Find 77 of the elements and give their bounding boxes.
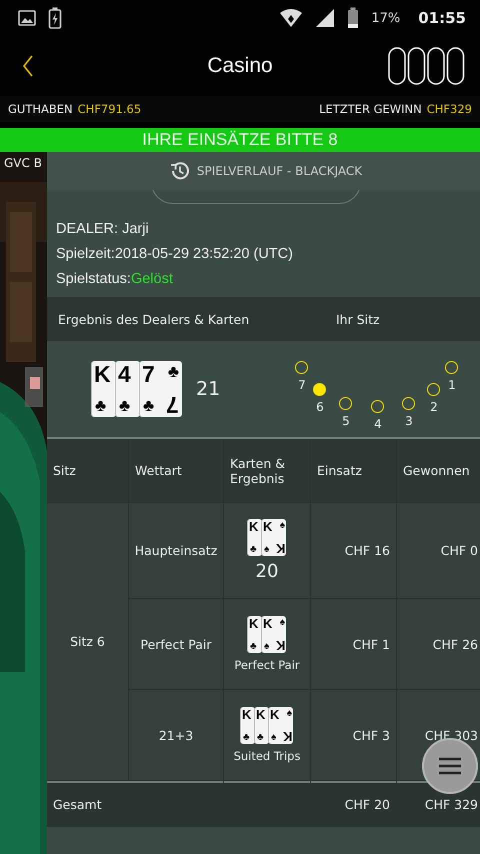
battery-charging-icon — [48, 7, 62, 29]
card-suit: ♣ — [257, 732, 264, 743]
last-win-value: CHF329 — [426, 102, 472, 116]
menu-icon — [438, 756, 462, 776]
seat-number: 2 — [429, 400, 439, 414]
card-rank: K — [263, 616, 272, 631]
card-rank: K — [249, 519, 258, 534]
table-cell: 21+3 — [129, 690, 223, 780]
column-header: Sitz — [47, 439, 128, 502]
card-suit: ♣ — [95, 396, 106, 416]
card-suit: ♣ — [143, 396, 154, 416]
table-cell: Perfect Pair — [129, 599, 223, 689]
column-header: Wettart — [129, 439, 223, 502]
table-label: GVC B — [4, 156, 42, 170]
game-status: Spielstatus:Gelöst — [56, 271, 174, 287]
card-rank: 7 — [142, 361, 155, 388]
card-rank: K — [242, 707, 252, 722]
table-cell: CHF 1 — [311, 599, 396, 689]
table-cell: CHF 0 — [397, 503, 480, 598]
back-chevron-icon[interactable] — [22, 55, 34, 77]
card-suit: ♠ — [264, 641, 270, 652]
card-rank: K — [94, 361, 111, 388]
card-suit: ♠ — [286, 708, 292, 719]
last-win-label: LETZTER GEWINN — [319, 102, 422, 116]
hand-result: Perfect Pair — [234, 658, 300, 672]
card-suit: ♠ — [280, 520, 285, 531]
balance-value: CHF791.65 — [78, 102, 142, 116]
history-icon — [168, 160, 191, 182]
card-suit: ♠ — [264, 544, 270, 555]
column-header: Karten & Ergebnis — [224, 439, 310, 502]
signal-icon — [315, 8, 336, 28]
bets-banner: IHRE EINSÄTZE BITTE 8 — [0, 128, 480, 152]
card-suit: ♣ — [243, 732, 250, 743]
card-suit: ♠ — [271, 732, 276, 743]
card-rank: K — [256, 707, 266, 722]
hand-result: Suited Trips — [234, 749, 300, 763]
dealer-name: DEALER: Jarji — [56, 221, 150, 237]
column-header: Gewonnen — [397, 439, 480, 502]
column-header: Einsatz — [311, 439, 396, 502]
page-title: Casino — [206, 54, 274, 78]
card-suit: ♣ — [250, 641, 257, 652]
wifi-icon — [279, 8, 304, 28]
card-rank: 7 — [166, 391, 179, 418]
card-rank: K — [282, 729, 292, 744]
card-rank: K — [270, 707, 280, 722]
dealer-total: 21 — [196, 378, 220, 400]
game-time: Spielzeit:2018-05-29 23:52:20 (UTC) — [56, 246, 294, 262]
seat-number: 6 — [315, 400, 325, 414]
rounded-bars-logo-icon — [388, 47, 466, 85]
table-cell: CHF 26 — [397, 599, 480, 689]
battery-percentage: 17% — [371, 10, 400, 26]
seat-number: 7 — [297, 378, 307, 392]
card-suit: ♣ — [119, 396, 130, 416]
seat-number: 1 — [447, 378, 457, 392]
seat-number: 5 — [341, 414, 351, 428]
card-suit: ♣ — [168, 362, 179, 382]
section-heading: Ihr Sitz — [336, 312, 380, 326]
seat-number: 4 — [373, 417, 383, 431]
table-cell: Haupteinsatz — [129, 503, 223, 598]
history-title: SPIELVERLAUF - BLACKJACK — [196, 164, 362, 178]
section-heading: Ergebnis des Dealers & Karten — [57, 312, 250, 326]
table-cell: Sitz 6 — [47, 503, 128, 780]
card-rank: K — [276, 638, 285, 653]
card-rank: 4 — [118, 361, 131, 388]
hand-total: 20 — [256, 561, 278, 582]
seat-number: 3 — [404, 414, 414, 428]
battery-icon — [347, 7, 360, 29]
card-suit: ♠ — [280, 617, 285, 628]
table-cell: CHF 3 — [311, 690, 396, 780]
card-suit: ♣ — [250, 544, 257, 555]
clock-time: 01:55 — [418, 9, 466, 27]
card-rank: K — [263, 519, 272, 534]
table-cell: CHF 16 — [311, 503, 396, 598]
card-rank: K — [276, 541, 285, 556]
card-rank: K — [249, 616, 258, 631]
gallery-icon — [18, 9, 36, 27]
balance-label: GUTHABEN — [8, 102, 73, 116]
